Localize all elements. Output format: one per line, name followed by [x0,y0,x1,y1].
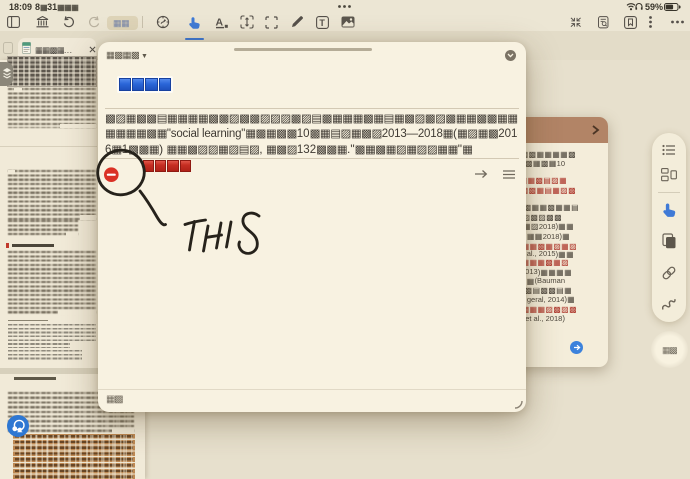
svg-text:T: T [319,17,325,27]
svg-text:A: A [216,16,224,28]
